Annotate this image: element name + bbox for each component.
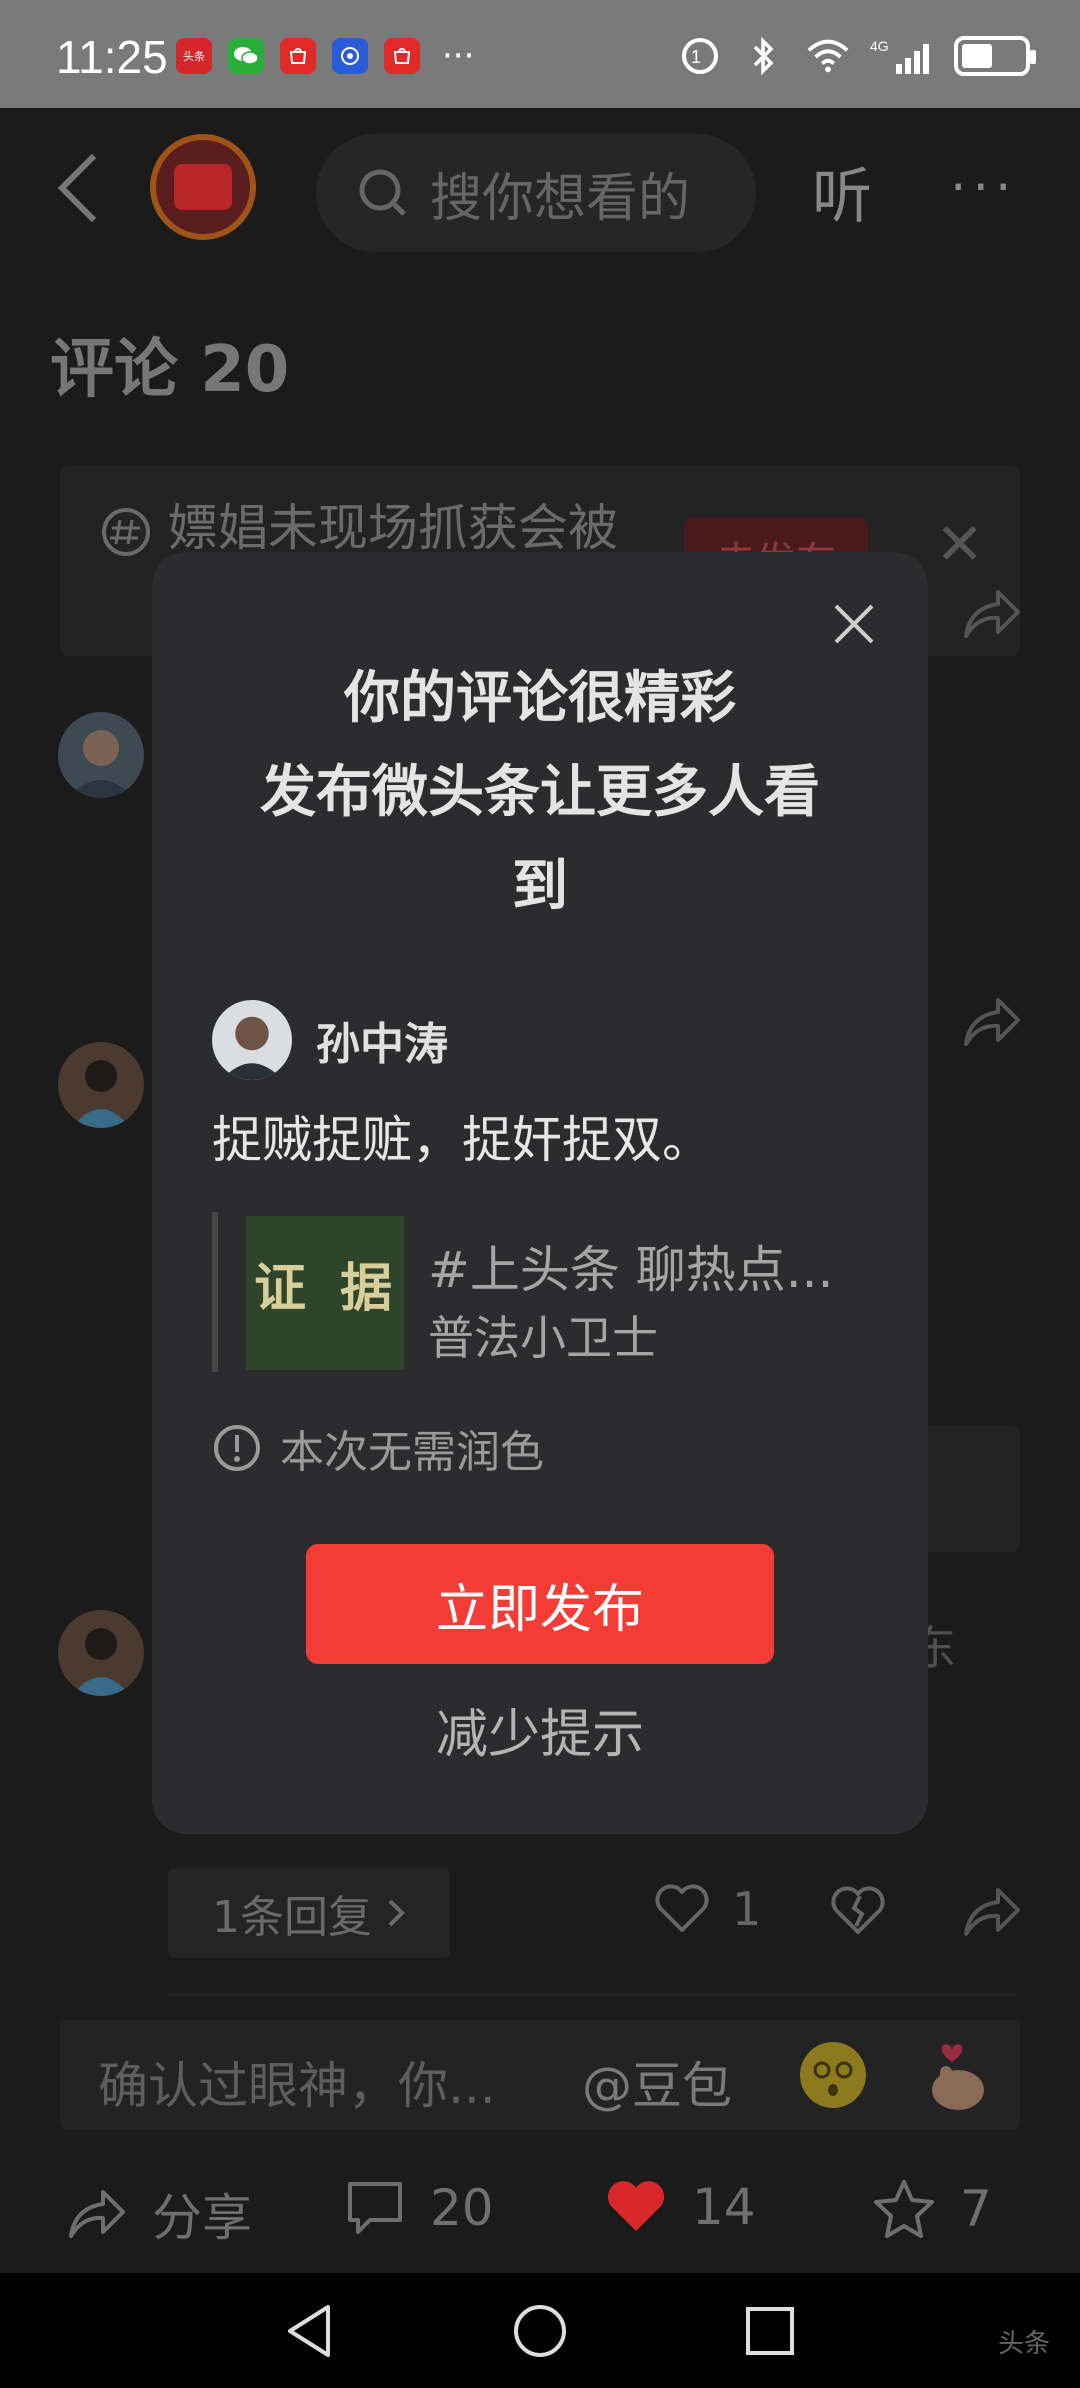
share-icon[interactable]: [958, 1882, 1022, 1942]
comment-text: 捉贼捉赃，捉奸捉双。: [212, 1111, 712, 1169]
wifi-icon: [806, 34, 850, 78]
thumbnail-text: 证 据: [254, 1259, 401, 1319]
comment-icon: [348, 2182, 402, 2234]
comment-input-placeholder: 确认过眼神，你...: [98, 2057, 496, 2115]
dialog-close-button[interactable]: [826, 596, 882, 652]
search-placeholder: 搜你想看的: [430, 168, 691, 229]
close-icon: [834, 604, 874, 644]
toutiao-icon: 头条: [176, 38, 212, 74]
replies-button[interactable]: 1条回复: [168, 1868, 450, 1958]
channel-avatar[interactable]: [150, 134, 256, 240]
avatar[interactable]: [58, 712, 144, 798]
favorite-count: 7: [960, 2180, 992, 2238]
topic-text: 嫖娼未现场抓获会被: [100, 496, 660, 560]
publish-prompt-dialog: 你的评论很精彩 发布微头条让更多人看 到 孙中涛 捉贼捉赃，捉奸捉双。 证 据 …: [152, 552, 928, 1834]
comment-like-button[interactable]: 1: [654, 1882, 761, 1936]
dialog-user: 孙中涛: [212, 1000, 448, 1080]
share-label: 分享: [152, 2189, 252, 2247]
emoji-dizzy-icon[interactable]: [800, 2042, 866, 2108]
wechat-icon: [228, 38, 264, 74]
bottom-action-bar: 分享 20 14 7: [0, 2160, 1080, 2280]
svg-text:4G: 4G: [870, 38, 889, 54]
replies-label: 1条回复: [212, 1892, 372, 1943]
huawei-store-icon-2: [384, 38, 420, 74]
svg-text:1: 1: [691, 47, 701, 67]
comment-like-count: 1: [732, 1882, 762, 1936]
nav-recents-button[interactable]: [740, 2301, 800, 2361]
broken-heart-icon[interactable]: [830, 1886, 886, 1940]
nav-back-button[interactable]: [280, 2301, 340, 2361]
search-icon: [359, 169, 406, 216]
watermark: 头条: [997, 2329, 1050, 2359]
share-button[interactable]: 分享: [62, 2178, 252, 2250]
listen-button[interactable]: 听: [812, 148, 872, 235]
user-name: 孙中涛: [316, 1019, 448, 1070]
search-input[interactable]: 搜你想看的: [316, 134, 756, 252]
topic-label: 嫖娼未现场抓获会被: [167, 499, 618, 557]
status-bar: 11:25 头条 ··· 1 4G: [0, 0, 1080, 108]
avatar[interactable]: [58, 1610, 144, 1696]
dialog-title-line-3: 到: [512, 854, 568, 919]
publish-now-button[interactable]: 立即发布: [306, 1544, 774, 1664]
like-count: 14: [692, 2178, 756, 2236]
close-icon[interactable]: ✕: [935, 510, 984, 578]
dialog-title-line-1: 你的评论很精彩: [344, 666, 736, 731]
dialog-title: 你的评论很精彩 发布微头条让更多人看 到: [212, 652, 868, 934]
bluetooth-icon: [742, 34, 786, 78]
divider: [168, 1994, 1016, 1996]
chevron-right-icon: [388, 1899, 405, 1927]
article-title: #上头条 聊热点...: [428, 1241, 834, 1299]
info-icon: [214, 1425, 260, 1471]
baidu-icon: [332, 38, 368, 74]
top-bar: 搜你想看的 听 ···: [0, 108, 1080, 268]
heart-filled-icon: [607, 2181, 665, 2231]
share-icon: [69, 2190, 125, 2238]
hd-call-icon: 1: [678, 34, 722, 78]
share-icon[interactable]: [958, 992, 1022, 1052]
reduce-prompts-button[interactable]: 减少提示: [306, 1692, 774, 1767]
star-icon: [874, 2180, 934, 2238]
status-right: 1 4G: [678, 34, 1036, 78]
nav-home-button[interactable]: [510, 2301, 570, 2361]
heart-outline-icon: [655, 1884, 709, 1932]
quoted-article: 证 据 #上头条 聊热点... 普法小卫士: [212, 1212, 872, 1372]
back-button[interactable]: [50, 148, 110, 228]
mention-doubao-button[interactable]: @豆包: [582, 2046, 732, 2118]
favorite-button[interactable]: 7: [872, 2178, 992, 2240]
more-menu-button[interactable]: ···: [950, 158, 1018, 218]
hashtag-icon: [102, 507, 150, 556]
system-nav-bar: 头条: [0, 2273, 1080, 2388]
comment-input[interactable]: 确认过眼神，你... @豆包: [60, 2020, 1020, 2130]
polish-notice: 本次无需润色: [212, 1416, 544, 1480]
comment-button[interactable]: 20: [344, 2178, 494, 2238]
battery-icon: [954, 36, 1036, 76]
share-icon[interactable]: [958, 584, 1022, 644]
comment-count: 20: [430, 2179, 494, 2237]
avatar: [212, 1000, 292, 1080]
polish-notice-label: 本次无需润色: [280, 1427, 544, 1478]
cellular-signal-icon: 4G: [870, 34, 934, 78]
huawei-store-icon: [280, 38, 316, 74]
article-thumbnail: 证 据: [246, 1216, 404, 1370]
notification-icons: 头条 ···: [176, 38, 474, 74]
more-notifications-icon: ···: [442, 36, 475, 76]
comments-title: 评论 20: [50, 333, 290, 407]
like-button[interactable]: 14: [604, 2178, 756, 2236]
avatar[interactable]: [58, 1042, 144, 1128]
emoji-finger-heart-icon[interactable]: [920, 2036, 990, 2112]
article-author: 普法小卫士: [428, 1311, 658, 1365]
status-time: 11:25: [56, 31, 168, 83]
dialog-title-line-2: 发布微头条让更多人看: [260, 760, 820, 825]
